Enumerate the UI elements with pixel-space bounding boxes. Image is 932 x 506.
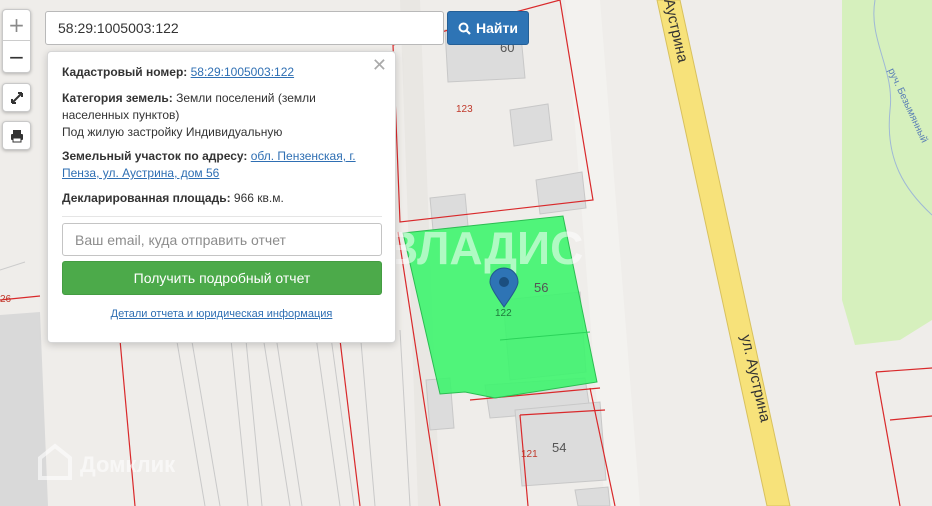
category-value-1: Земли поселений (земли	[176, 91, 316, 105]
address-label: Земельный участок по адресу:	[62, 149, 248, 163]
area-row: Декларированная площадь: 966 кв.м.	[62, 190, 362, 207]
fullscreen-button[interactable]	[2, 83, 31, 112]
house-number-56: 56	[534, 280, 548, 295]
search-button-label: Найти	[476, 20, 518, 36]
house-number-54: 54	[552, 440, 566, 455]
cadastral-link[interactable]: 58:29:1005003:122	[191, 65, 294, 79]
parcel-number-121: 121	[521, 449, 538, 460]
details-row: Детали отчета и юридическая информация	[48, 308, 395, 320]
address-link-2[interactable]: Пенза, ул. Аустрина, дом 56	[62, 165, 362, 182]
search-button[interactable]: Найти	[447, 11, 529, 45]
cadastral-label: Кадастровый номер:	[62, 65, 188, 79]
fullscreen-icon	[10, 91, 23, 104]
category-row: Категория земель: Земли поселений (земли…	[62, 90, 362, 141]
details-link[interactable]: Детали отчета и юридическая информация	[111, 308, 333, 320]
zoom-in-button[interactable]: +	[3, 10, 30, 41]
print-icon	[10, 129, 23, 142]
address-row: Земельный участок по адресу: обл. Пензен…	[62, 148, 362, 182]
park-area	[842, 0, 932, 345]
cadastral-row: Кадастровый номер: 58:29:1005003:122	[62, 64, 362, 81]
category-label: Категория земель:	[62, 91, 173, 105]
search-icon	[458, 22, 471, 35]
domklik-text: Домклик	[80, 452, 176, 477]
area-label: Декларированная площадь:	[62, 191, 231, 205]
divider	[62, 216, 382, 217]
close-icon[interactable]: ✕	[372, 56, 387, 76]
zoom-out-button[interactable]: −	[3, 41, 30, 72]
get-report-button[interactable]: Получить подробный отчет	[62, 261, 382, 295]
print-button[interactable]	[2, 121, 31, 150]
search-input[interactable]	[45, 11, 444, 45]
category-value-2: населенных пунктов)	[62, 108, 180, 122]
category-value-3: Под жилую застройку Индивидуальную	[62, 125, 283, 139]
area-value: 966 кв.м.	[233, 191, 284, 205]
watermark-text: ВЛАДИС	[385, 222, 583, 274]
parcel-number-123: 123	[456, 104, 473, 115]
parcel-info-panel: ✕ Кадастровый номер: 58:29:1005003:122 К…	[47, 51, 396, 343]
email-field[interactable]	[62, 223, 382, 256]
parcel-number-122: 122	[495, 308, 512, 319]
address-link-1[interactable]: обл. Пензенская, г.	[251, 149, 356, 163]
zoom-control: + −	[2, 9, 31, 73]
parcel-number-26: 26	[0, 294, 12, 305]
